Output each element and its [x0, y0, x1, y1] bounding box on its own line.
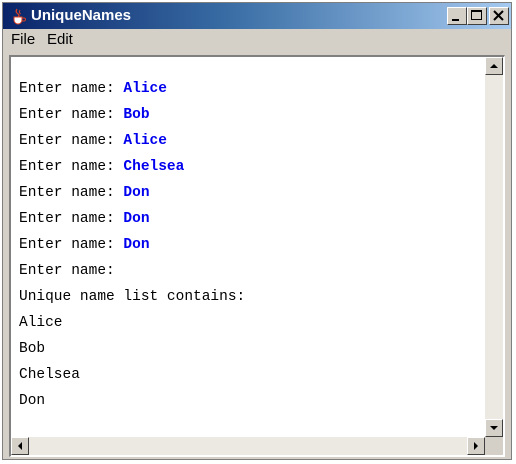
maximize-icon	[471, 10, 482, 20]
minimize-icon	[452, 19, 459, 21]
user-input: Alice	[123, 81, 167, 97]
java-cup-icon	[13, 8, 26, 25]
user-input: Alice	[123, 133, 167, 149]
unique-name-item: Don	[19, 393, 46, 409]
unique-name-item: Bob	[19, 341, 46, 357]
user-input: Bob	[123, 107, 150, 123]
console-line: Enter name: Chelsea	[19, 159, 184, 175]
vertical-scrollbar[interactable]	[485, 57, 503, 437]
summary-line: Unique name list contains:	[19, 289, 246, 305]
user-input: Don	[123, 211, 150, 227]
scroll-down-button[interactable]	[485, 419, 503, 437]
prompt-text: Enter name:	[19, 185, 124, 201]
menu-edit[interactable]: Edit	[47, 31, 73, 48]
prompt-text: Enter name:	[19, 107, 124, 123]
scroll-right-button[interactable]	[467, 437, 485, 455]
prompt-text: Enter name:	[19, 133, 124, 149]
scroll-left-button[interactable]	[11, 437, 29, 455]
console-line: Enter name: Don	[19, 237, 150, 253]
window-title: UniqueNames	[31, 7, 132, 24]
arrow-left-icon	[18, 442, 22, 450]
arrow-right-icon	[474, 442, 478, 450]
console-line: Enter name: Bob	[19, 107, 150, 123]
user-input: Don	[123, 237, 150, 253]
prompt-text: Enter name:	[19, 81, 124, 97]
horizontal-scrollbar[interactable]	[11, 437, 485, 455]
console-line: Enter name: Alice	[19, 133, 167, 149]
title-bar[interactable]: UniqueNames	[3, 3, 511, 29]
console-line: Enter name: Alice	[19, 81, 167, 97]
arrow-up-icon	[490, 64, 498, 68]
prompt-text: Enter name:	[19, 211, 124, 227]
user-input: Chelsea	[123, 159, 185, 175]
prompt-text: Enter name:	[19, 237, 124, 253]
close-icon	[493, 10, 504, 21]
user-input: Don	[123, 185, 150, 201]
scroll-corner	[485, 437, 503, 455]
minimize-button[interactable]	[447, 7, 467, 25]
maximize-button[interactable]	[467, 7, 487, 25]
console-text-area[interactable]: Enter name: Alice Enter name: Bob Enter …	[11, 57, 485, 437]
arrow-down-icon	[490, 426, 498, 430]
console-line: Enter name: Don	[19, 185, 150, 201]
app-window: UniqueNames File Edit Enter name: Alice …	[2, 2, 512, 460]
unique-name-item: Chelsea	[19, 367, 80, 383]
prompt-text: Enter name:	[19, 159, 124, 175]
menu-file[interactable]: File	[11, 31, 35, 48]
close-button[interactable]	[489, 7, 509, 25]
prompt-text: Enter name:	[19, 263, 115, 279]
console-line: Enter name:	[19, 263, 115, 279]
unique-name-item: Alice	[19, 315, 63, 331]
scroll-up-button[interactable]	[485, 57, 503, 75]
menu-bar: File Edit	[3, 29, 511, 51]
console-scroll-pane: Enter name: Alice Enter name: Bob Enter …	[9, 55, 505, 457]
console-line: Enter name: Don	[19, 211, 150, 227]
